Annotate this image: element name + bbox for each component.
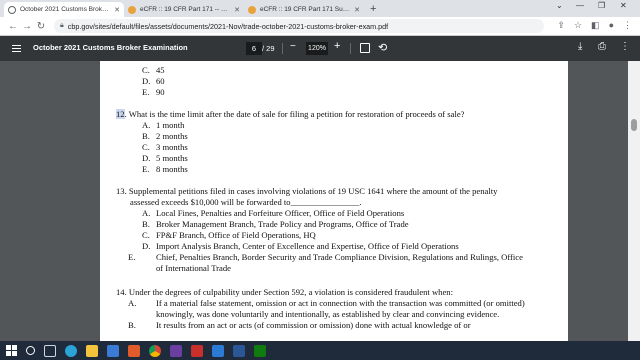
- rotate-icon[interactable]: ⟲: [378, 41, 387, 54]
- tab-customs-exam[interactable]: October 2021 Customs Broker E... ✕: [4, 2, 124, 17]
- ecfr-icon: [128, 5, 136, 14]
- option: D. 60: [142, 76, 165, 86]
- close-tab-icon[interactable]: ✕: [234, 6, 240, 14]
- fit-page-icon[interactable]: [360, 43, 370, 53]
- option: C. 45: [142, 65, 165, 75]
- tab-ecfr-fines[interactable]: eCFR :: 19 CFR Part 171 -- Fines,... ✕: [124, 2, 244, 17]
- tab-strip: October 2021 Customs Broker E... ✕ eCFR …: [0, 0, 640, 17]
- ecfr-icon: [248, 5, 256, 14]
- close-tab-icon[interactable]: ✕: [114, 6, 120, 14]
- globe-icon: [8, 5, 16, 14]
- restore-icon[interactable]: ❐: [598, 1, 605, 10]
- new-tab-button[interactable]: +: [370, 3, 376, 15]
- close-tab-icon[interactable]: ✕: [354, 6, 360, 14]
- option: A. Local Fines, Penalties and Forfeiture …: [142, 208, 405, 218]
- file-explorer-icon[interactable]: [86, 344, 98, 357]
- app-icon[interactable]: [233, 344, 245, 357]
- close-window-icon[interactable]: ✕: [620, 1, 627, 10]
- option: D. 5 months: [142, 153, 188, 163]
- more-menu-icon[interactable]: ⋮: [623, 20, 632, 31]
- question-14: 14. Under the degrees of culpability und…: [116, 287, 526, 331]
- option: E. Chief, Penalties Branch, Border Securi…: [128, 252, 523, 273]
- tab-title: October 2021 Customs Broker E...: [20, 6, 112, 13]
- question-text: 14. Under the degrees of culpability und…: [116, 287, 453, 297]
- windows-start-icon[interactable]: [6, 345, 17, 356]
- prev-question-options: C. 45 D. 60 E. 90: [142, 65, 552, 98]
- pdf-viewer[interactable]: C. 45 D. 60 E. 90 12. What is the time limi…: [0, 61, 640, 341]
- lock-icon[interactable]: 🔒︎: [60, 22, 64, 30]
- url-field[interactable]: 🔒︎ cbp.gov/sites/default/files/assets/do…: [54, 19, 544, 33]
- tab-ecfr-subpart[interactable]: eCFR :: 19 CFR Part 171 Subpart ... ✕: [244, 2, 364, 17]
- option: D. Import Analysis Branch, Center of Exce…: [142, 241, 459, 251]
- option: B. It results from an act or acts (of com…: [128, 320, 471, 330]
- print-icon[interactable]: ⎙: [598, 41, 606, 52]
- search-icon[interactable]: [26, 346, 35, 355]
- question-12: 12. What is the time limit after the dat…: [116, 109, 526, 175]
- pdf-page: C. 45 D. 60 E. 90 12. What is the time limi…: [100, 61, 568, 341]
- option: C. FP&F Branch, Office of Field Operation…: [142, 230, 316, 240]
- app-icon[interactable]: [254, 344, 266, 357]
- option: A. 1 month: [142, 120, 185, 130]
- question-13: 13. Supplemental petitions filed in case…: [116, 186, 526, 274]
- option: E. 8 months: [142, 164, 188, 174]
- download-icon[interactable]: ⤓: [578, 41, 582, 52]
- tab-title: eCFR :: 19 CFR Part 171 -- Fines,...: [140, 6, 231, 13]
- menu-icon[interactable]: [12, 45, 21, 52]
- toolbar-divider: [282, 43, 283, 54]
- reload-icon[interactable]: ↻: [34, 21, 48, 32]
- chrome-icon[interactable]: [149, 344, 161, 357]
- question-text: 13. Supplemental petitions filed in case…: [116, 186, 498, 207]
- zoom-out-button[interactable]: −: [290, 41, 296, 52]
- option: C. 3 months: [142, 142, 188, 152]
- url-text: cbp.gov/sites/default/files/assets/docum…: [67, 21, 389, 31]
- bookmark-star-icon[interactable]: ☆: [574, 20, 582, 31]
- zoom-in-button[interactable]: +: [334, 40, 340, 52]
- app-icon[interactable]: [212, 344, 224, 357]
- question-number-highlight: 12: [116, 109, 125, 119]
- option: A. If a material false statement, omissio…: [128, 298, 525, 319]
- app-icon[interactable]: [170, 344, 182, 357]
- store-icon[interactable]: [107, 344, 119, 357]
- zoom-level-input[interactable]: 120%: [306, 42, 328, 55]
- address-bar-row: ← → ↻ 🔒︎ cbp.gov/sites/default/files/ass…: [0, 17, 640, 36]
- scrollbar-thumb[interactable]: [631, 119, 637, 131]
- vertical-scrollbar[interactable]: [628, 61, 640, 341]
- toolbar-divider: [350, 43, 351, 54]
- app-icon[interactable]: [128, 344, 140, 357]
- pdf-toolbar: October 2021 Customs Broker Examination …: [0, 36, 640, 61]
- more-actions-icon[interactable]: ⋮: [620, 41, 630, 52]
- option: E. 90: [142, 87, 165, 97]
- option: B. Broker Management Branch, Trade Policy…: [142, 219, 409, 229]
- back-icon[interactable]: ←: [6, 21, 20, 32]
- pdf-title: October 2021 Customs Broker Examination: [33, 43, 188, 52]
- task-view-icon[interactable]: [44, 344, 56, 357]
- app-icon[interactable]: [191, 344, 203, 357]
- page-number-input[interactable]: 6: [246, 42, 262, 55]
- browser-actions: ⇪ ☆ ◧ ● ⋮: [557, 20, 632, 31]
- page-total: / 29: [262, 44, 275, 53]
- tab-title: eCFR :: 19 CFR Part 171 Subpart ...: [260, 6, 351, 13]
- share-icon[interactable]: ⇪: [557, 20, 565, 31]
- extensions-icon[interactable]: ◧: [591, 20, 600, 31]
- option: B. 2 months: [142, 131, 188, 141]
- chevron-down-icon[interactable]: ⌄: [556, 1, 563, 10]
- question-text: 12. What is the time limit after the dat…: [116, 109, 465, 119]
- profile-icon[interactable]: ●: [609, 20, 614, 31]
- minimize-icon[interactable]: —: [576, 1, 584, 10]
- taskbar: [0, 341, 640, 360]
- edge-icon[interactable]: [65, 344, 77, 357]
- forward-icon[interactable]: →: [20, 21, 34, 32]
